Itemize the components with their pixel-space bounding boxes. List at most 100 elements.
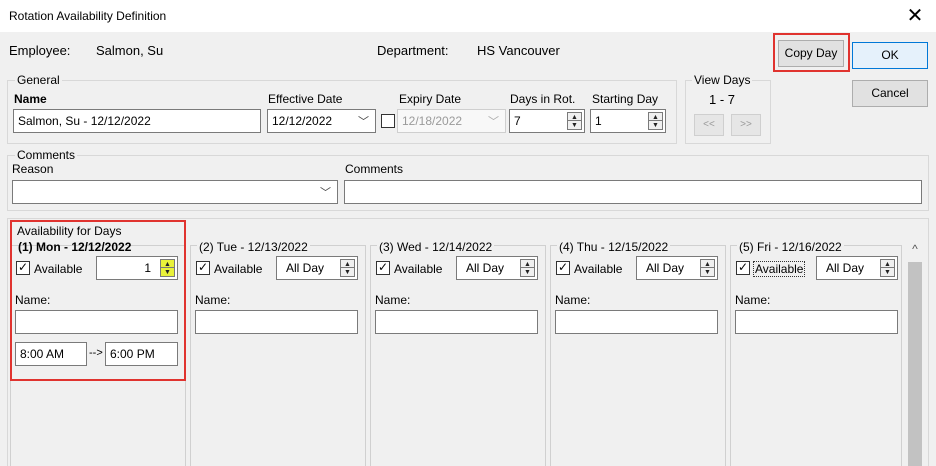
- title-bar: Rotation Availability Definition ✕: [0, 0, 936, 32]
- employee-value: Salmon, Su: [96, 43, 164, 58]
- available-checkbox-2[interactable]: ✓: [196, 261, 210, 275]
- cancel-button[interactable]: Cancel: [852, 80, 928, 107]
- reason-label: Reason: [12, 162, 54, 176]
- effective-date-label: Effective Date: [268, 92, 343, 106]
- reason-select[interactable]: ﹀: [12, 180, 338, 204]
- days-in-rot-stepper[interactable]: 7 ▲ ▼: [509, 109, 585, 133]
- effective-date-picker[interactable]: 12/12/2022 ﹀: [267, 109, 376, 133]
- start-time-input-1[interactable]: 8:00 AM: [15, 342, 87, 366]
- day-title-4: (4) Thu - 12/15/2022: [557, 240, 671, 254]
- name-label-1: Name:: [15, 293, 51, 307]
- day-5-stepper[interactable]: All Day ▲ ▼: [816, 256, 898, 280]
- available-checkbox-4[interactable]: ✓: [556, 261, 570, 275]
- expiry-date-label: Expiry Date: [399, 92, 462, 106]
- available-label-1: Available: [34, 262, 83, 276]
- name-label-2: Name:: [195, 293, 231, 307]
- spin-up-icon[interactable]: ▲: [521, 260, 534, 268]
- chevron-down-icon[interactable]: ﹀: [488, 111, 499, 132]
- name-input-2[interactable]: [195, 310, 358, 334]
- scroll-up-icon[interactable]: ^: [905, 242, 925, 258]
- copy-day-button[interactable]: Copy Day: [778, 40, 844, 67]
- day-2-stepper-value: All Day: [286, 261, 325, 275]
- starting-day-stepper[interactable]: 1 ▲ ▼: [590, 109, 666, 133]
- day-5-stepper-value: All Day: [826, 261, 865, 275]
- spin-down-icon[interactable]: ▼: [881, 268, 894, 276]
- day-1-stepper[interactable]: 1 ▲ ▼: [96, 256, 178, 280]
- available-label-3: Available: [394, 262, 443, 276]
- ok-button[interactable]: OK: [852, 42, 928, 69]
- close-icon[interactable]: ✕: [902, 3, 928, 29]
- time-arrow: -->: [89, 347, 103, 359]
- spin-up-icon[interactable]: ▲: [568, 113, 581, 121]
- spin-down-icon[interactable]: ▼: [701, 268, 714, 276]
- day-title-2: (2) Tue - 12/13/2022: [197, 240, 310, 254]
- view-days-label: View Days: [692, 73, 753, 87]
- availability-legend: Availability for Days: [17, 224, 122, 238]
- day-3-stepper[interactable]: All Day ▲ ▼: [456, 256, 538, 280]
- name-input-3[interactable]: [375, 310, 538, 334]
- end-time-input-1[interactable]: 6:00 PM: [105, 342, 178, 366]
- available-checkbox-3[interactable]: ✓: [376, 261, 390, 275]
- days-in-rot-value: 7: [514, 114, 521, 128]
- chevron-down-icon[interactable]: ﹀: [358, 111, 369, 132]
- day-title-5: (5) Fri - 12/16/2022: [737, 240, 844, 254]
- view-days-range: 1 - 7: [709, 92, 736, 107]
- department-value: HS Vancouver: [477, 43, 560, 58]
- name-label-5: Name:: [735, 293, 771, 307]
- spin-down-icon[interactable]: ▼: [341, 268, 354, 276]
- expiry-date-picker[interactable]: 12/18/2022 ﹀: [397, 109, 506, 133]
- name-label: Name: [14, 92, 47, 106]
- window-title: Rotation Availability Definition: [9, 9, 167, 23]
- available-label-5: Available: [753, 261, 806, 277]
- spin-up-icon[interactable]: ▲: [881, 260, 894, 268]
- name-input-5[interactable]: [735, 310, 898, 334]
- spin-buttons[interactable]: ▲ ▼: [648, 112, 663, 130]
- spin-up-icon[interactable]: ▲: [341, 260, 354, 268]
- spin-buttons[interactable]: ▲ ▼: [567, 112, 582, 130]
- available-checkbox-5[interactable]: ✓: [736, 261, 750, 275]
- day-title-1: (1) Mon - 12/12/2022: [18, 240, 132, 254]
- starting-day-value: 1: [595, 114, 602, 128]
- expiry-checkbox[interactable]: [381, 114, 395, 128]
- general-legend: General: [15, 73, 62, 87]
- spin-buttons[interactable]: ▲ ▼: [880, 259, 895, 277]
- effective-date-value: 12/12/2022: [272, 114, 333, 128]
- comments-legend: Comments: [15, 148, 78, 162]
- department-label: Department:: [377, 43, 449, 58]
- scrollbar-thumb[interactable]: [908, 262, 922, 466]
- vertical-scrollbar[interactable]: ^: [905, 240, 925, 466]
- spin-buttons[interactable]: ▲ ▼: [340, 259, 355, 277]
- day-4-stepper[interactable]: All Day ▲ ▼: [636, 256, 718, 280]
- comments-input[interactable]: [344, 180, 922, 204]
- days-in-rot-label: Days in Rot.: [510, 92, 576, 106]
- available-checkbox-1[interactable]: ✓: [16, 261, 30, 275]
- spin-buttons[interactable]: ▲ ▼: [520, 259, 535, 277]
- name-input[interactable]: Salmon, Su - 12/12/2022: [13, 109, 261, 133]
- spin-up-icon[interactable]: ▲: [701, 260, 714, 268]
- spin-buttons[interactable]: ▲ ▼: [700, 259, 715, 277]
- employee-label: Employee:: [9, 43, 71, 58]
- expiry-date-value: 12/18/2022: [402, 114, 463, 128]
- name-label-4: Name:: [555, 293, 591, 307]
- spin-buttons[interactable]: ▲ ▼: [160, 259, 175, 277]
- spin-up-icon[interactable]: ▲: [649, 113, 662, 121]
- day-title-3: (3) Wed - 12/14/2022: [377, 240, 495, 254]
- chevron-down-icon[interactable]: ﹀: [320, 182, 331, 203]
- spin-down-icon[interactable]: ▼: [161, 268, 174, 276]
- next-days-button[interactable]: >>: [731, 114, 761, 136]
- available-label-4: Available: [574, 262, 623, 276]
- day-4-stepper-value: All Day: [646, 261, 685, 275]
- name-input-1[interactable]: [15, 310, 178, 334]
- day-2-stepper[interactable]: All Day ▲ ▼: [276, 256, 358, 280]
- day-3-stepper-value: All Day: [466, 261, 505, 275]
- starting-day-label: Starting Day: [592, 92, 659, 106]
- prev-days-button[interactable]: <<: [694, 114, 724, 136]
- name-label-3: Name:: [375, 293, 411, 307]
- comments-label: Comments: [345, 162, 404, 176]
- spin-down-icon[interactable]: ▼: [649, 121, 662, 129]
- spin-down-icon[interactable]: ▼: [568, 121, 581, 129]
- available-label-2: Available: [214, 262, 263, 276]
- name-input-4[interactable]: [555, 310, 718, 334]
- spin-down-icon[interactable]: ▼: [521, 268, 534, 276]
- spin-up-icon[interactable]: ▲: [161, 260, 174, 268]
